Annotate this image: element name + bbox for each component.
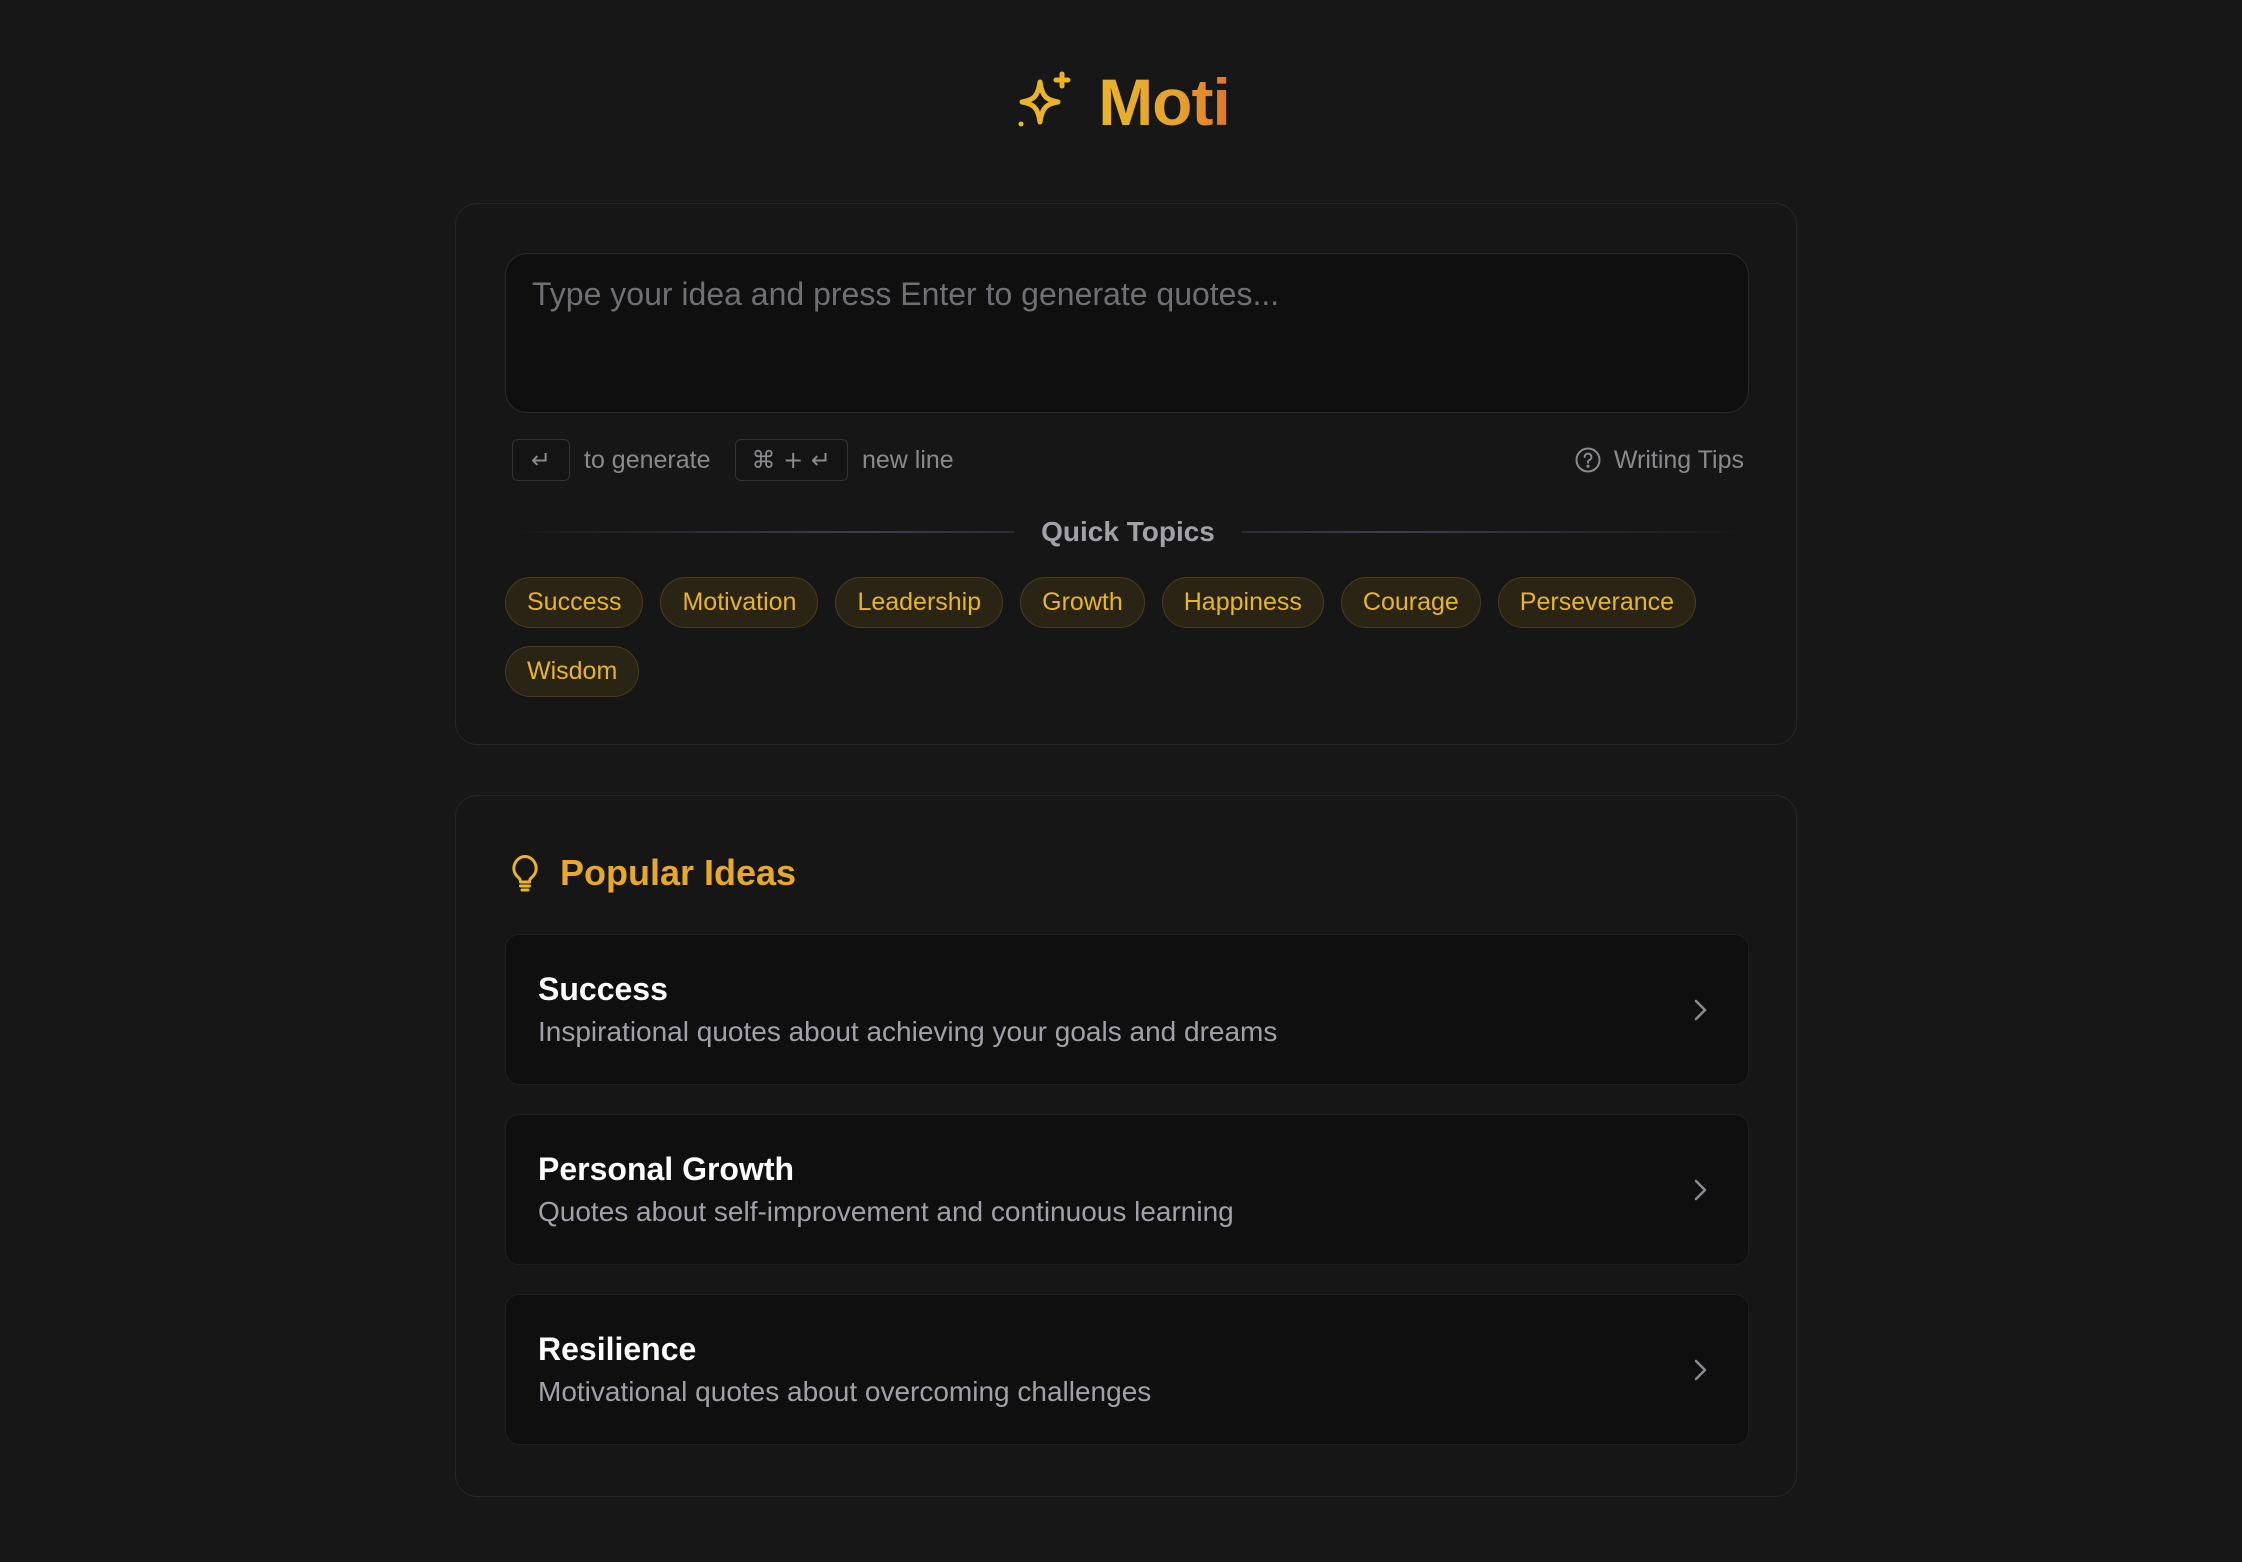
- quick-topics-heading: Quick Topics: [512, 510, 1744, 554]
- chevron-right-icon: [1694, 999, 1707, 1020]
- quick-topics-label: Quick Topics: [1041, 516, 1215, 547]
- app-header: Moti: [0, 60, 2242, 144]
- writing-tips-label: Writing Tips: [1613, 445, 1744, 474]
- idea-description: Inspirational quotes about achieving you…: [538, 1016, 1278, 1047]
- idea-item-resilience[interactable]: Resilience Motivational quotes about ove…: [505, 1294, 1749, 1445]
- popular-ideas-header: Popular Ideas: [508, 848, 796, 898]
- help-circle-icon: [1575, 447, 1601, 473]
- writing-tips-button[interactable]: Writing Tips: [1574, 446, 1744, 475]
- idea-item-success[interactable]: Success Inspirational quotes about achie…: [505, 934, 1749, 1085]
- divider-right: [1240, 531, 1744, 533]
- newline-key-hint: ⌘ + ↵: [734, 439, 848, 481]
- keyboard-hints: ↵ to generate ⌘ + ↵ new line Writing Tip…: [512, 438, 1744, 482]
- chevron-right-icon: [1694, 1359, 1707, 1380]
- idea-input[interactable]: [505, 253, 1749, 413]
- newline-hint-label: new line: [861, 445, 954, 474]
- composer-card: ↵ to generate ⌘ + ↵ new line Writing Tip…: [455, 203, 1797, 745]
- topic-chip-happiness[interactable]: Happiness: [1161, 577, 1324, 628]
- idea-title: Resilience: [538, 1331, 697, 1367]
- idea-title: Personal Growth: [538, 1151, 795, 1187]
- topic-chip-motivation[interactable]: Motivation: [660, 577, 819, 628]
- topic-chip-perseverance[interactable]: Perseverance: [1497, 577, 1697, 628]
- generate-hint-label: to generate: [584, 445, 711, 474]
- popular-ideas-list: Success Inspirational quotes about achie…: [505, 934, 1749, 1474]
- topic-chip-courage[interactable]: Courage: [1340, 577, 1481, 628]
- idea-item-personal-growth[interactable]: Personal Growth Quotes about self-improv…: [505, 1114, 1749, 1265]
- quick-topics-list: Success Motivation Leadership Growth Hap…: [505, 577, 1755, 697]
- sparkles-icon: [1018, 71, 1071, 127]
- idea-text: Personal Growth Quotes about self-improv…: [538, 1151, 1686, 1228]
- idea-description: Motivational quotes about overcoming cha…: [538, 1376, 1152, 1407]
- divider-left: [512, 531, 1016, 533]
- idea-title: Success: [538, 971, 668, 1007]
- idea-text: Resilience Motivational quotes about ove…: [538, 1331, 1686, 1408]
- topic-chip-wisdom[interactable]: Wisdom: [505, 646, 640, 697]
- idea-text: Success Inspirational quotes about achie…: [538, 971, 1686, 1048]
- popular-ideas-title: Popular Ideas: [560, 852, 797, 893]
- topic-chip-leadership[interactable]: Leadership: [835, 577, 1004, 628]
- enter-key-hint: ↵: [512, 439, 570, 481]
- topic-chip-success[interactable]: Success: [505, 577, 644, 628]
- idea-description: Quotes about self-improvement and contin…: [538, 1196, 1234, 1227]
- topic-chip-growth[interactable]: Growth: [1020, 577, 1145, 628]
- chevron-right-icon: [1694, 1179, 1707, 1200]
- popular-ideas-card: Popular Ideas Success Inspirational quot…: [455, 795, 1797, 1497]
- lightbulb-icon: [512, 855, 538, 892]
- app-title: Moti: [1098, 65, 1231, 139]
